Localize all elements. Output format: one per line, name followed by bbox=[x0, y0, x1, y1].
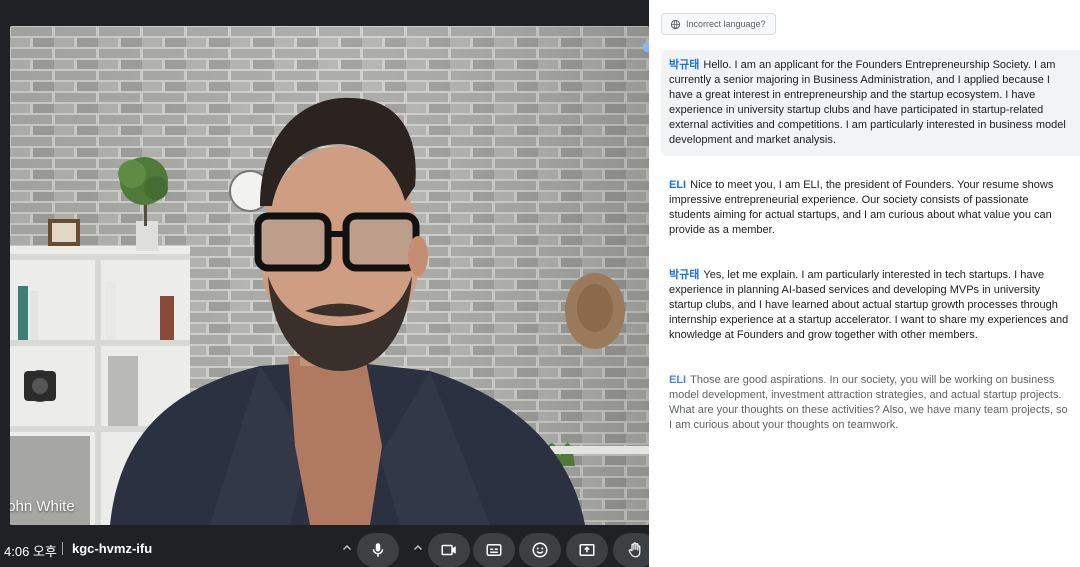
captions-icon bbox=[486, 544, 502, 556]
participant-video-tile[interactable]: ɔhn White bbox=[10, 26, 649, 525]
caption-entry: ELI Nice to meet you, I am ELI, the presi… bbox=[661, 170, 1080, 246]
microphone-button[interactable] bbox=[357, 533, 399, 567]
reactions-button[interactable] bbox=[519, 533, 561, 567]
caption-speaker: ELI bbox=[669, 374, 687, 386]
caption-entry: 박규태 Hello. I am an applicant for the Foun… bbox=[661, 50, 1080, 156]
raise-hand-button[interactable] bbox=[613, 533, 649, 567]
divider bbox=[62, 542, 63, 555]
globe-icon bbox=[670, 19, 681, 29]
incorrect-language-label: Incorrect language? bbox=[686, 19, 766, 29]
camera-icon bbox=[441, 544, 456, 556]
video-call-area: ɔhn White 4:06 오후 kgc-hvmz-ifu bbox=[0, 0, 649, 567]
video-options-chevron-up-icon[interactable] bbox=[411, 541, 425, 555]
emoji-icon bbox=[532, 542, 548, 558]
captions-button[interactable] bbox=[473, 533, 515, 567]
participant-video bbox=[10, 26, 649, 525]
present-screen-icon bbox=[579, 544, 595, 556]
caption-text: Nice to meet you, I am ELI, the presiden… bbox=[669, 179, 1054, 236]
caption-text: Hello. I am an applicant for the Founder… bbox=[669, 59, 1066, 146]
caption-speaker: 박규태 bbox=[669, 59, 700, 71]
microphone-icon bbox=[372, 543, 384, 557]
camera-button[interactable] bbox=[428, 533, 470, 567]
caption-list: 박규태 Hello. I am an applicant for the Foun… bbox=[661, 50, 1080, 455]
caption-entry: 박규태 Yes, let me explain. I am particularl… bbox=[661, 260, 1080, 351]
call-controls-bar: 4:06 오후 kgc-hvmz-ifu bbox=[0, 529, 649, 567]
caption-speaker: 박규태 bbox=[669, 269, 700, 281]
caption-text: Yes, let me explain. I am particularly i… bbox=[669, 269, 1069, 341]
caption-text: Those are good aspirations. In our socie… bbox=[669, 374, 1068, 431]
caption-entry: ELI Those are good aspirations. In our so… bbox=[661, 365, 1080, 441]
incorrect-language-button[interactable]: Incorrect language? bbox=[661, 13, 776, 35]
meeting-code: kgc-hvmz-ifu bbox=[72, 541, 153, 556]
audio-options-chevron-up-icon[interactable] bbox=[340, 541, 354, 555]
current-time: 4:06 오후 bbox=[4, 544, 57, 559]
captions-panel: Incorrect language? 박규태 Hello. I am an ap… bbox=[649, 0, 1080, 567]
participant-name-label: ɔhn White bbox=[10, 498, 75, 515]
caption-speaker: ELI bbox=[669, 179, 687, 191]
raise-hand-icon bbox=[628, 542, 641, 558]
present-screen-button[interactable] bbox=[566, 533, 608, 567]
